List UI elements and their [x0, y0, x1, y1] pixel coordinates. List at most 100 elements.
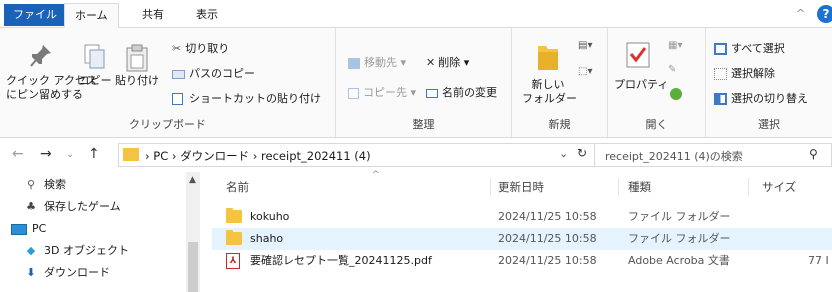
copy-path-button[interactable]: パスのコピー	[172, 65, 255, 81]
open-button[interactable]: ▦▾	[668, 40, 682, 51]
select-none-button[interactable]: 選択解除	[714, 65, 775, 81]
download-icon: ⬇	[26, 266, 36, 279]
nav-item-label: 検索	[44, 178, 66, 191]
saved-games-icon: ♣	[26, 200, 36, 213]
address-row: ← → ⌄ ↑ › PC › ダウンロード › receipt_202411 (…	[0, 138, 832, 172]
new-item-icon: ▤▾	[578, 40, 593, 51]
search-placeholder: receipt_202411 (4)の検索	[605, 150, 743, 163]
history-icon	[670, 88, 682, 100]
edit-icon: ✎	[668, 64, 677, 75]
file-size: 77 I	[808, 254, 829, 267]
scroll-up-icon[interactable]: ▲	[189, 175, 196, 185]
select-all-icon	[714, 43, 727, 55]
select-none-icon	[714, 68, 727, 80]
invert-selection-button[interactable]: 選択の切り替え	[714, 90, 808, 106]
file-list: ^ 名前 更新日時 種類 サイズ kokuho 2024/11/25 10:58…	[200, 170, 832, 292]
open-icon: ▦▾	[668, 40, 683, 51]
paste-shortcut-icon	[172, 93, 183, 105]
tab-file[interactable]: ファイル	[4, 4, 66, 26]
tab-view[interactable]: 表示	[186, 3, 228, 28]
file-row-pdf[interactable]: ⅄ 要確認レセプト一覧_20241125.pdf 2024/11/25 10:5…	[212, 250, 832, 272]
back-arrow-icon[interactable]: ←	[12, 146, 24, 162]
cut-label: 切り取り	[185, 42, 230, 55]
help-icon[interactable]: ?	[817, 5, 832, 23]
column-header-type[interactable]: 種類	[628, 172, 651, 202]
paste-shortcut-button[interactable]: ショートカットの貼り付け	[172, 90, 321, 106]
forward-arrow-icon[interactable]: →	[40, 146, 52, 162]
move-to-button[interactable]: 移動先 ▾	[348, 54, 406, 70]
select-group: すべて選択 選択解除 選択の切り替え 選択	[706, 28, 832, 138]
pin-icon	[30, 45, 51, 67]
column-divider[interactable]	[748, 178, 749, 196]
clipboard-group-label: クリップボード	[129, 118, 206, 131]
easy-access-button[interactable]: ⬚▾	[578, 66, 592, 77]
tab-share[interactable]: 共有	[132, 3, 174, 28]
folder-icon	[226, 230, 242, 245]
search-icon[interactable]: ⚲	[809, 147, 818, 161]
location-folder-icon	[123, 148, 139, 161]
up-arrow-icon[interactable]: ↑	[88, 146, 100, 162]
nav-item-saved-games[interactable]: ♣ 保存したゲーム	[22, 196, 121, 218]
edit-button[interactable]: ✎	[668, 64, 676, 75]
breadcrumb-text: PC › ダウンロード › receipt_202411 (4)	[153, 149, 371, 163]
properties-button[interactable]: プロパティ	[614, 42, 669, 108]
nav-scrollbar[interactable]: ▲	[186, 172, 200, 292]
refresh-icon[interactable]: ↻	[577, 146, 587, 160]
column-divider[interactable]	[618, 178, 619, 196]
new-folder-button[interactable]: 新しい フォルダー	[522, 42, 577, 108]
file-row-shaho[interactable]: shaho 2024/11/25 10:58 ファイル フォルダー	[212, 228, 832, 250]
select-all-button[interactable]: すべて選択	[714, 40, 785, 56]
rename-button[interactable]: 名前の変更	[426, 84, 497, 100]
column-header-name[interactable]: 名前	[226, 172, 249, 202]
navigation-pane: ⚲ 検索 ♣ 保存したゲーム PC ◆ 3D オブジェクト ⬇ ダウンロード ▲	[0, 172, 200, 292]
nav-item-label: 保存したゲーム	[44, 200, 121, 213]
address-bar[interactable]: › PC › ダウンロード › receipt_202411 (4) ⌄ ↻	[118, 143, 602, 167]
paste-shortcut-label: ショートカットの貼り付け	[189, 92, 321, 105]
move-to-label: 移動先	[364, 56, 397, 69]
file-type: ファイル フォルダー	[628, 232, 731, 245]
paste-icon	[126, 44, 148, 72]
column-header-size[interactable]: サイズ	[762, 172, 796, 202]
pin-quick-access-button[interactable]: クイック アクセス にピン留めする	[6, 44, 97, 106]
copy-icon	[84, 44, 105, 69]
pc-icon	[10, 218, 28, 240]
file-modified: 2024/11/25 10:58	[498, 232, 597, 245]
recent-locations-icon[interactable]: ⌄	[66, 149, 74, 160]
new-group: 新しい フォルダー ▤▾ ⬚▾ 新規	[512, 28, 608, 138]
collapse-ribbon-icon[interactable]: ^	[796, 7, 805, 20]
easy-access-icon: ⬚▾	[578, 66, 593, 77]
address-dropdown-icon[interactable]: ⌄	[559, 147, 568, 160]
column-header-modified[interactable]: 更新日時	[498, 172, 544, 202]
nav-item-search[interactable]: ⚲ 検索	[22, 174, 66, 196]
copy-to-label: コピー先	[363, 86, 407, 99]
new-item-button[interactable]: ▤▾	[578, 40, 592, 51]
cut-button[interactable]: ✂ 切り取り	[172, 40, 229, 56]
breadcrumb[interactable]: › PC › ダウンロード › receipt_202411 (4)	[145, 148, 371, 164]
new-folder-label-line1: 新しい	[531, 78, 565, 91]
paste-button[interactable]: 貼り付け	[114, 44, 160, 94]
pin-label-line1: クイック アクセス	[6, 74, 97, 87]
tab-home[interactable]: ホーム	[64, 3, 119, 28]
copy-button[interactable]: コピー	[78, 44, 112, 94]
column-divider[interactable]	[490, 178, 491, 196]
history-button[interactable]	[670, 88, 682, 103]
organize-group-label: 整理	[412, 118, 435, 131]
ribbon-tab-strip: ファイル ホーム 共有 表示 ^ ?	[0, 0, 832, 28]
nav-item-downloads[interactable]: ⬇ ダウンロード	[22, 262, 110, 284]
new-folder-label-line2: フォルダー	[522, 92, 577, 105]
file-row-kokuho[interactable]: kokuho 2024/11/25 10:58 ファイル フォルダー	[212, 206, 832, 228]
nav-item-3d-objects[interactable]: ◆ 3D オブジェクト	[22, 240, 129, 262]
invert-selection-icon	[714, 93, 727, 105]
copy-to-button[interactable]: コピー先 ▾	[348, 84, 416, 100]
search-input[interactable]: receipt_202411 (4)の検索 ⚲	[594, 143, 832, 167]
sort-indicator-icon: ^	[372, 170, 380, 180]
file-name: 要確認レセプト一覧_20241125.pdf	[250, 254, 432, 267]
nav-item-label: PC	[32, 222, 47, 235]
scroll-thumb[interactable]	[188, 242, 198, 292]
properties-label: プロパティ	[614, 78, 669, 91]
open-group: プロパティ ▦▾ ✎ 開く	[608, 28, 706, 138]
nav-item-pc[interactable]: PC	[10, 218, 46, 240]
delete-button[interactable]: ✕ 削除 ▾	[426, 54, 469, 70]
nav-item-label: ダウンロード	[44, 266, 110, 279]
properties-icon	[626, 42, 650, 68]
